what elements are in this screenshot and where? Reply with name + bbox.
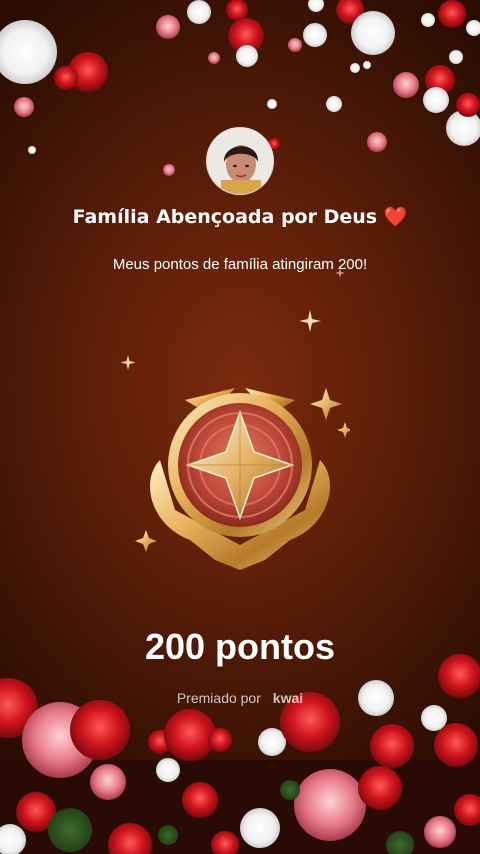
bottom-flowers (0, 654, 480, 854)
family-title: Família Abençoada por Deus ❤️ (72, 206, 408, 228)
points-total: 200 pontos (144, 626, 336, 667)
points-message: Meus pontos de família atingiram 200! (112, 256, 368, 273)
sparkles (120, 268, 345, 370)
avatar (206, 127, 274, 195)
star-medal-icon (135, 388, 350, 570)
awarded-by-label: Premiado por (176, 690, 261, 706)
kwai-logo: kwai (272, 690, 304, 706)
awarded-by: Premiado por kwai (0, 690, 480, 706)
avatar-image (207, 128, 273, 194)
